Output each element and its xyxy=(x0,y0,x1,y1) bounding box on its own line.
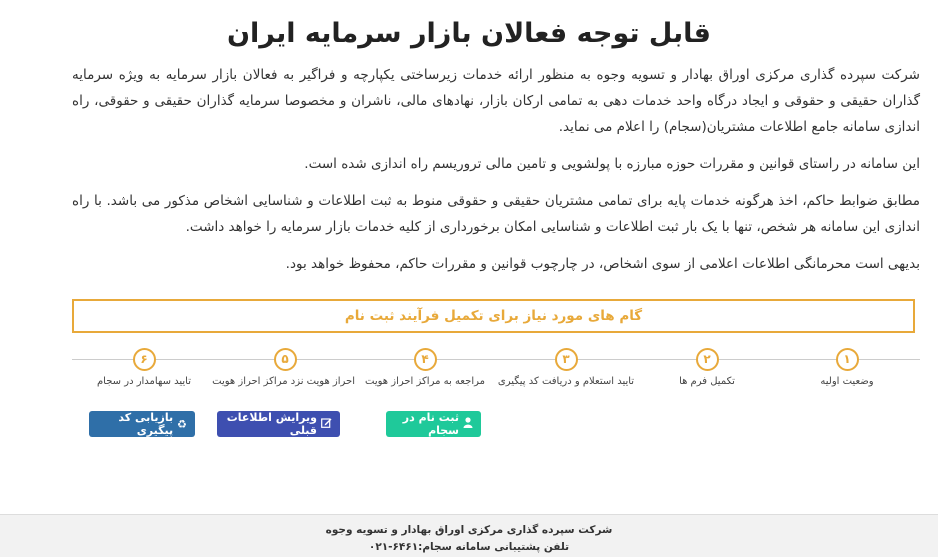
steps-heading-box: گام های مورد نیاز برای تکمیل فرآیند ثبت … xyxy=(72,299,915,333)
step-5: ۵ احراز هویت نزد مراکز احراز هویت xyxy=(212,348,355,387)
intro-paragraph: شرکت سپرده گذاری مرکزی اوراق بهادار و تس… xyxy=(72,67,920,135)
step-2: ۲ تکمیل فرم ها xyxy=(637,348,777,387)
step-4: ۴ مراجعه به مراکز احراز هویت xyxy=(355,348,495,387)
step-number: ۵ xyxy=(273,348,297,371)
footer-company: شرکت سپرده گذاری مرکزی اوراق بهادار و تس… xyxy=(325,524,613,536)
step-number: ۲ xyxy=(695,348,719,371)
register-button-label: ثبت نام در سجام xyxy=(402,411,459,437)
step-label: احراز هویت نزد مراکز احراز هویت xyxy=(212,376,355,387)
footer-phone: تلفن پشتیبانی سامانه سجام:۶۴۶۱-۰۲۱ xyxy=(368,541,570,553)
edit-icon xyxy=(321,417,332,431)
steps-heading: گام های مورد نیاز برای تکمیل فرآیند ثبت … xyxy=(344,308,643,324)
edit-info-button-label: ویرایش اطلاعات قبلی xyxy=(226,411,317,437)
step-number: ۶ xyxy=(132,348,156,371)
page-title: قابل توجه فعالان بازار سرمایه ایران xyxy=(227,18,711,49)
step-number: ۳ xyxy=(554,348,578,371)
recover-tracking-code-button-label: بازیابی کد پیگیری xyxy=(118,411,174,437)
user-icon xyxy=(463,417,473,431)
step-label: مراجعه به مراکز احراز هویت xyxy=(365,376,485,387)
step-label: تایید استعلام و دریافت کد پیگیری xyxy=(497,376,635,387)
step-label: تکمیل فرم ها xyxy=(679,376,735,387)
edit-info-button[interactable]: ویرایش اطلاعات قبلی xyxy=(217,411,340,437)
intro-paragraph: مطابق ضوابط حاکم، اخذ هرگونه خدمات پایه … xyxy=(72,193,920,235)
recover-tracking-code-button[interactable]: ♻ بازیابی کد پیگیری xyxy=(89,411,195,437)
footer: شرکت سپرده گذاری مرکزی اوراق بهادار و تس… xyxy=(0,514,938,557)
step-label: تایید سهامدار در سجام xyxy=(96,376,192,387)
step-label: وضعیت اولیه xyxy=(820,376,874,387)
register-button[interactable]: ثبت نام در سجام xyxy=(386,411,481,437)
intro-paragraph: این سامانه در راستای قوانین و مقررات حوز… xyxy=(304,156,920,172)
recycle-icon: ♻ xyxy=(177,417,187,431)
intro-paragraph: بدیهی است محرمانگی اطلاعات اعلامی از سوی… xyxy=(285,256,920,272)
step-1: ۱ وضعیت اولیه xyxy=(777,348,917,387)
step-6: ۶ تایید سهامدار در سجام xyxy=(74,348,214,387)
step-number: ۱ xyxy=(835,348,859,371)
step-3: ۳ تایید استعلام و دریافت کد پیگیری xyxy=(496,348,636,387)
step-number: ۴ xyxy=(413,348,437,371)
intro-section: شرکت سپرده گذاری مرکزی اوراق بهادار و تس… xyxy=(72,62,920,288)
